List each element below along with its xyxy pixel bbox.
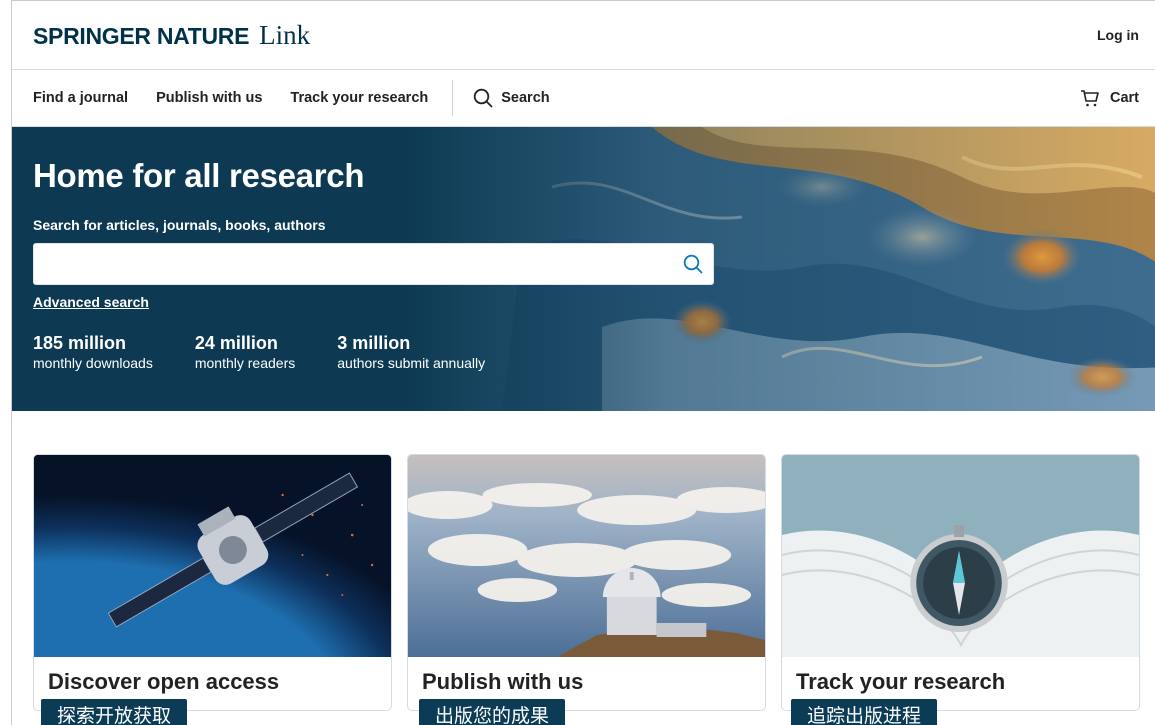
search-icon xyxy=(474,88,493,108)
card-open-access[interactable]: Discover open access xyxy=(33,454,392,711)
page-frame: SPRINGER NATURE Link Log in Find a journ… xyxy=(11,0,1155,725)
search-submit-icon[interactable] xyxy=(683,254,703,274)
card-publish-with-us[interactable]: Publish with us xyxy=(407,454,766,711)
book-compass-image xyxy=(782,455,1139,657)
feature-cards: Discover open access Publish with us Tra… xyxy=(12,411,1155,711)
hero-banner: Home for all research Search for article… xyxy=(12,127,1155,411)
hero-content: Home for all research Search for article… xyxy=(12,127,1155,372)
cart-button[interactable]: Cart xyxy=(1080,88,1139,108)
stat-readers: 24 million monthly readers xyxy=(195,332,295,372)
search-label: Search for articles, journals, books, au… xyxy=(33,217,326,233)
nav-divider xyxy=(452,80,454,116)
nav-search-label: Search xyxy=(501,90,550,106)
translation-badge: 出版您的成果 xyxy=(419,699,566,725)
nav-search-button[interactable]: Search xyxy=(473,88,550,108)
logo-suffix: Link xyxy=(259,19,311,50)
nav-find-journal[interactable]: Find a journal xyxy=(33,90,128,106)
nav-publish-with-us[interactable]: Publish with us xyxy=(156,90,262,106)
translation-badge: 探索开放获取 xyxy=(41,699,188,725)
cart-label: Cart xyxy=(1109,90,1139,106)
stat-value: 24 million xyxy=(194,333,278,353)
login-link[interactable]: Log in xyxy=(1097,27,1139,43)
observatory-image xyxy=(408,455,765,657)
spacecraft-image xyxy=(34,455,391,657)
stat-label: authors submit annually xyxy=(337,355,486,371)
search-box xyxy=(33,243,714,285)
logo-brand: SPRINGER NATURE xyxy=(33,22,250,49)
translation-badge: 追踪出版进程 xyxy=(791,699,938,725)
search-input[interactable] xyxy=(44,244,683,284)
stat-value: 3 million xyxy=(337,333,411,353)
springer-nature-link-logo[interactable]: SPRINGER NATURE Link xyxy=(33,20,310,51)
stat-label: monthly downloads xyxy=(33,355,153,371)
hero-title: Home for all research xyxy=(33,157,365,194)
stat-downloads: 185 million monthly downloads xyxy=(33,332,153,372)
advanced-search-link[interactable]: Advanced search xyxy=(33,294,149,310)
nav-track-research[interactable]: Track your research xyxy=(290,90,428,106)
stat-value: 185 million xyxy=(33,333,127,353)
cart-icon xyxy=(1080,90,1099,107)
stat-label: monthly readers xyxy=(194,355,296,371)
card-track-research[interactable]: Track your research xyxy=(781,454,1140,711)
main-nav: Find a journal Publish with us Track you… xyxy=(12,70,1155,127)
stat-authors: 3 million authors submit annually xyxy=(337,332,485,372)
site-header: SPRINGER NATURE Link Log in xyxy=(12,1,1155,70)
stats-row: 185 million monthly downloads 24 million… xyxy=(33,332,1155,372)
